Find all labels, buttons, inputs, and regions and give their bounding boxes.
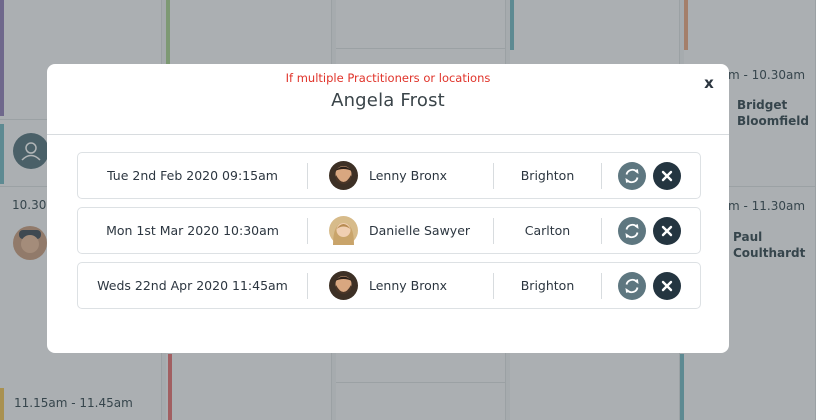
column-divider [601, 218, 602, 244]
close-icon [661, 280, 673, 292]
appointment-location: Carlton [524, 223, 571, 238]
reschedule-button[interactable] [618, 272, 646, 300]
appointments-list: Tue 2nd Feb 2020 09:15am Lenny Bronx Bri… [77, 152, 701, 317]
practitioner-avatar [329, 271, 358, 300]
column-divider [601, 273, 602, 299]
appointment-row: Tue 2nd Feb 2020 09:15am Lenny Bronx Bri… [77, 152, 701, 199]
practitioner-avatar [329, 216, 358, 245]
cancel-appointment-button[interactable] [653, 272, 681, 300]
appointment-date: Weds 22nd Apr 2020 11:45am [97, 278, 288, 293]
appointment-location: Brighton [520, 168, 575, 183]
refresh-icon [625, 278, 639, 294]
appointment-date: Tue 2nd Feb 2020 09:15am [107, 168, 278, 183]
column-divider [307, 163, 308, 189]
refresh-icon [625, 223, 639, 239]
cancel-appointment-button[interactable] [653, 217, 681, 245]
appointment-location: Brighton [520, 278, 575, 293]
cancel-appointment-button[interactable] [653, 162, 681, 190]
modal-note: If multiple Practitioners or locations [285, 71, 491, 85]
patient-name-title: Angela Frost [331, 90, 445, 111]
refresh-icon [625, 168, 639, 184]
appointment-date: Mon 1st Mar 2020 10:30am [106, 223, 279, 238]
column-divider [307, 273, 308, 299]
close-icon [661, 225, 673, 237]
practitioner-name: Lenny Bronx [369, 278, 448, 293]
close-icon [661, 170, 673, 182]
practitioner-name: Danielle Sawyer [369, 223, 471, 238]
appointment-row: Mon 1st Mar 2020 10:30am Danielle Sawyer… [77, 207, 701, 254]
reschedule-button[interactable] [618, 162, 646, 190]
appointments-modal: If multiple Practitioners or locations A… [47, 64, 729, 353]
appointment-row: Weds 22nd Apr 2020 11:45am Lenny Bronx B… [77, 262, 701, 309]
column-divider [307, 218, 308, 244]
practitioner-avatar [329, 161, 358, 190]
practitioner-name: Lenny Bronx [369, 168, 448, 183]
modal-divider [47, 134, 729, 135]
column-divider [601, 163, 602, 189]
reschedule-button[interactable] [618, 217, 646, 245]
close-button[interactable]: x [699, 73, 719, 93]
